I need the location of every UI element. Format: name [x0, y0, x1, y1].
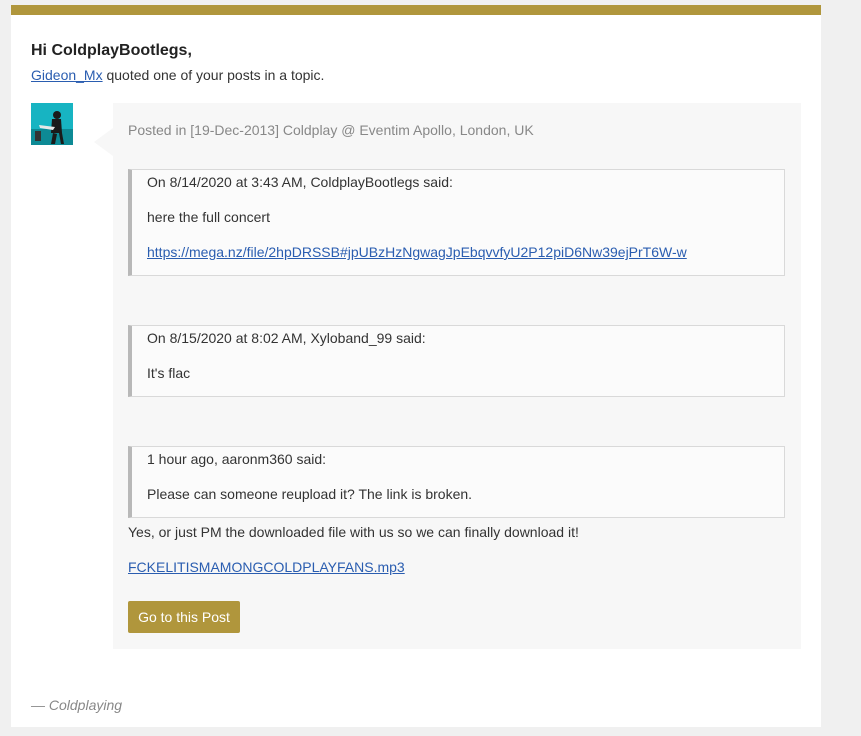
avatar[interactable] [31, 103, 73, 145]
quote-header: On 8/14/2020 at 3:43 AM, ColdplayBootleg… [147, 174, 453, 190]
quote-block: On 8/15/2020 at 8:02 AM, Xyloband_99 sai… [128, 325, 785, 397]
quote-block: On 8/14/2020 at 3:43 AM, ColdplayBootleg… [128, 169, 785, 276]
quote-header: On 8/15/2020 at 8:02 AM, Xyloband_99 sai… [147, 330, 426, 346]
intro-text: quoted one of your posts in a topic. [102, 67, 325, 83]
attachment-link[interactable]: FCKELITISMAMONGCOLDPLAYFANS.mp3 [128, 559, 405, 575]
quote-text: Please can someone reupload it? The link… [147, 486, 473, 502]
notification-email: Hi ColdplayBootlegs, Gideon_Mx quoted on… [11, 5, 821, 727]
go-to-post-button[interactable]: Go to this Post [128, 601, 240, 633]
quote-link[interactable]: https://mega.nz/file/2hpDRSSB#jpUBzHzNgw… [147, 244, 687, 260]
quote-text: It's flac [147, 365, 191, 381]
reply-text: Yes, or just PM the downloaded file with… [128, 524, 579, 540]
intro-line: Gideon_Mx quoted one of your posts in a … [31, 67, 324, 83]
signature: — Coldplaying [31, 697, 123, 713]
quote-header: 1 hour ago, aaronm360 said: [147, 451, 327, 467]
quote-text: here the full concert [147, 209, 270, 225]
quote-block: 1 hour ago, aaronm360 said: Please can s… [128, 446, 785, 518]
user-avatar-icon [31, 103, 73, 145]
post-card: Posted in [19-Dec-2013] Coldplay @ Event… [113, 103, 801, 649]
greeting: Hi ColdplayBootlegs, [31, 42, 192, 59]
card-pointer [94, 128, 113, 156]
posted-in: Posted in [19-Dec-2013] Coldplay @ Event… [128, 122, 534, 138]
quoter-link[interactable]: Gideon_Mx [31, 67, 103, 83]
